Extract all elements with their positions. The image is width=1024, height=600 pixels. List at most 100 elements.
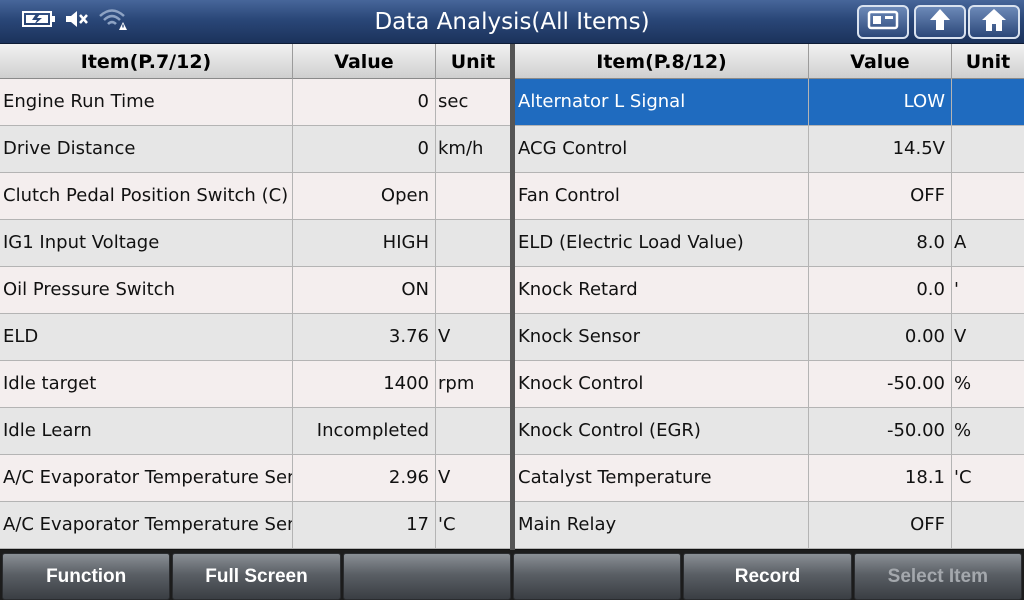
table-row[interactable]: ACG Control 14.5V (515, 126, 1024, 173)
row-unit (436, 220, 510, 266)
row-value: HIGH (293, 220, 436, 266)
row-value: 8.0 (809, 220, 952, 266)
row-item: Knock Control (EGR) (515, 408, 809, 454)
row-value: LOW (809, 79, 952, 125)
table-row[interactable]: IG1 Input Voltage HIGH (0, 220, 510, 267)
table-row[interactable]: Catalyst Temperature 18.1 'C (515, 455, 1024, 502)
row-value: 1400 (293, 361, 436, 407)
row-unit: km/h (438, 138, 484, 159)
row-item: Knock Control (515, 361, 809, 407)
function-button[interactable]: Function (2, 553, 171, 600)
row-value: 18.1 (809, 455, 952, 501)
row-value: Incompleted (293, 408, 436, 454)
row-unit: ' (954, 279, 959, 300)
table-row[interactable]: Drive Distance 0 km/h (0, 126, 510, 173)
row-item: Engine Run Time (0, 79, 293, 125)
row-value: 0.00 (809, 314, 952, 360)
row-unit: % (954, 420, 972, 441)
row-item: ACG Control (515, 126, 809, 172)
header-item: Item(P.7/12) (0, 44, 293, 79)
back-arrow-icon (925, 7, 955, 37)
row-value: 17 (293, 502, 436, 548)
row-unit (952, 173, 1024, 219)
row-unit: 'C (954, 467, 972, 488)
row-unit (436, 267, 510, 313)
header-unit: Unit (965, 51, 1011, 73)
select-item-button[interactable]: Select Item (853, 553, 1022, 600)
row-value: 0 (293, 126, 436, 172)
table-row[interactable]: Oil Pressure Switch ON (0, 267, 510, 314)
table-row[interactable]: Main Relay OFF (515, 502, 1024, 549)
blank-button-2[interactable] (512, 553, 682, 600)
row-item: Drive Distance (0, 126, 293, 172)
row-unit: V (954, 326, 967, 347)
table-header: Item(P.7/12) Value Unit (0, 44, 510, 79)
header-item: Item(P.8/12) (515, 44, 809, 79)
row-item: Alternator L Signal (515, 79, 809, 125)
row-item: A/C Evaporator Temperature Sensor (0, 502, 293, 548)
back-button[interactable] (914, 5, 966, 39)
row-item: ELD (Electric Load Value) (515, 220, 809, 266)
header-unit: Unit (450, 51, 496, 73)
table-row[interactable]: Knock Sensor 0.00 V (515, 314, 1024, 361)
table-row[interactable]: Fan Control OFF (515, 173, 1024, 220)
row-unit: 'C (438, 514, 456, 535)
table-row[interactable]: ELD 3.76 V (0, 314, 510, 361)
table-row[interactable]: Engine Run Time 0 sec (0, 79, 510, 126)
row-unit: V (438, 467, 451, 488)
title-bar: Data Analysis(All Items) (0, 0, 1024, 44)
row-item: Main Relay (515, 502, 809, 548)
row-item: A/C Evaporator Temperature Sensor (0, 455, 293, 501)
row-value: Open (293, 173, 436, 219)
right-data-table: Item(P.8/12) Value Unit Alternator L Sig… (515, 44, 1024, 550)
row-value: 2.96 (293, 455, 436, 501)
row-item: Knock Retard (515, 267, 809, 313)
full-screen-button[interactable]: Full Screen (172, 553, 341, 600)
header-value: Value (809, 44, 952, 79)
table-row[interactable]: Knock Control (EGR) -50.00% (515, 408, 1024, 455)
row-value: OFF (809, 502, 952, 548)
row-unit: % (954, 373, 972, 394)
row-unit: V (438, 326, 451, 347)
row-item: ELD (0, 314, 293, 360)
row-item: Clutch Pedal Position Switch (C) (0, 173, 293, 219)
table-row[interactable]: Alternator L Signal LOW (515, 79, 1024, 126)
row-unit: rpm (438, 373, 475, 394)
table-row[interactable]: Knock Retard 0.0 ' (515, 267, 1024, 314)
row-unit (436, 408, 510, 454)
row-item: Idle target (0, 361, 293, 407)
row-unit (952, 79, 1024, 125)
table-row[interactable]: Idle Learn Incompleted (0, 408, 510, 455)
screenshot-icon (867, 8, 899, 36)
table-row[interactable]: A/C Evaporator Temperature Sensor17'C (0, 502, 510, 549)
row-unit (436, 173, 510, 219)
row-value: 0.0 (809, 267, 952, 313)
row-value: OFF (809, 173, 952, 219)
row-unit (952, 502, 1024, 548)
table-row[interactable]: Knock Control -50.00% (515, 361, 1024, 408)
row-value: 3.76 (293, 314, 436, 360)
screenshot-button[interactable] (857, 5, 909, 39)
row-unit (952, 126, 1024, 172)
row-value: ON (293, 267, 436, 313)
row-item: Oil Pressure Switch (0, 267, 293, 313)
blank-button-1[interactable] (342, 553, 511, 600)
row-value: 0 (293, 79, 436, 125)
row-unit: A (954, 232, 967, 253)
row-item: Idle Learn (0, 408, 293, 454)
row-item: Catalyst Temperature (515, 455, 809, 501)
row-value: -50.00 (809, 361, 952, 407)
table-row[interactable]: A/C Evaporator Temperature Sensor2.96V (0, 455, 510, 502)
home-button[interactable] (968, 5, 1020, 39)
home-icon (979, 7, 1009, 37)
table-header: Item(P.8/12) Value Unit (515, 44, 1024, 79)
table-row[interactable]: Idle target 1400 rpm (0, 361, 510, 408)
bottom-toolbar: Function Full Screen Record Select Item (0, 550, 1024, 600)
row-unit: sec (438, 91, 469, 112)
row-item: Knock Sensor (515, 314, 809, 360)
table-row[interactable]: Clutch Pedal Position Switch (C) Open (0, 173, 510, 220)
record-button[interactable]: Record (683, 553, 852, 600)
table-row[interactable]: ELD (Electric Load Value) 8.0 A (515, 220, 1024, 267)
row-value: -50.00 (809, 408, 952, 454)
row-item: Fan Control (515, 173, 809, 219)
